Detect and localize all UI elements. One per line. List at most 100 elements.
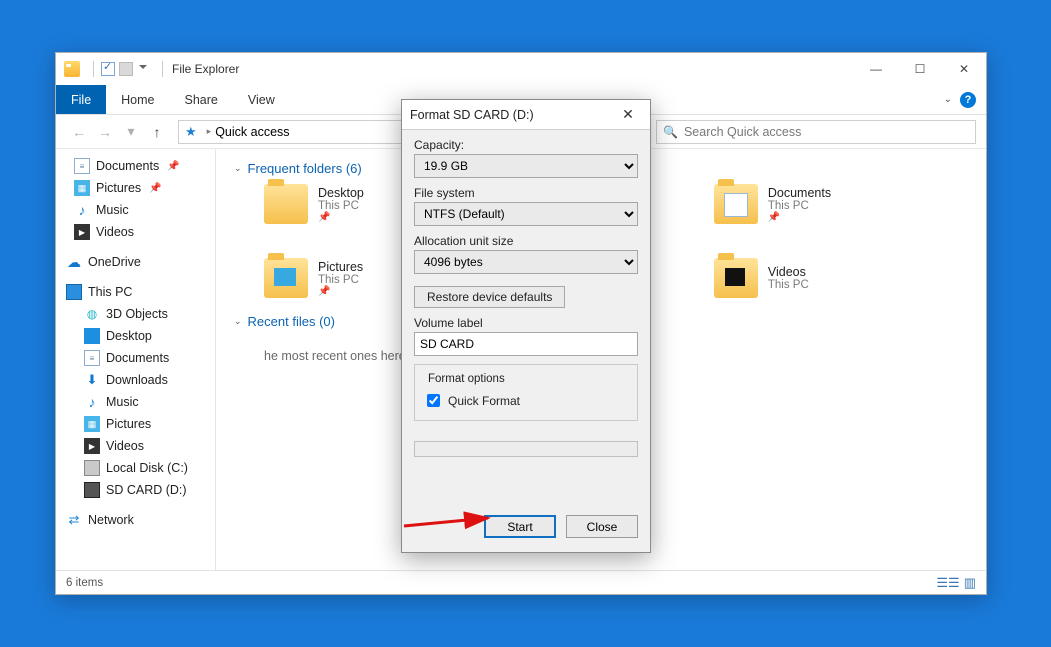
pin-icon: 📌: [768, 212, 831, 223]
search-placeholder: Search Quick access: [684, 125, 801, 139]
window-title: File Explorer: [172, 62, 239, 76]
nav-desktop[interactable]: Desktop: [60, 325, 215, 347]
capacity-label: Capacity:: [414, 138, 638, 152]
pin-icon: 📌: [318, 286, 363, 297]
quick-format-checkbox-input[interactable]: [427, 394, 440, 407]
filesystem-label: File system: [414, 186, 638, 200]
format-options-legend: Format options: [425, 373, 508, 385]
pictures-icon: ▦: [84, 416, 100, 432]
onedrive-icon: ☁: [66, 254, 82, 270]
capacity-select[interactable]: 19.9 GB: [414, 154, 638, 178]
nav-documents[interactable]: ≡Documents📌: [60, 155, 215, 177]
tile-desktop[interactable]: Desktop This PC 📌: [264, 184, 364, 224]
recent-locations-dropdown[interactable]: ▾: [120, 121, 142, 143]
minimize-button[interactable]: —: [854, 53, 898, 85]
documents-folder-icon: [714, 184, 758, 224]
tile-pictures[interactable]: Pictures This PC 📌: [264, 258, 364, 298]
start-button[interactable]: Start: [484, 515, 556, 538]
restore-defaults-button[interactable]: Restore device defaults: [414, 286, 565, 308]
tile-location: This PC: [318, 200, 364, 212]
back-button[interactable]: ←: [68, 121, 90, 143]
filesystem-select[interactable]: NTFS (Default): [414, 202, 638, 226]
close-button[interactable]: ✕: [942, 53, 986, 85]
nav-localdisk[interactable]: Local Disk (C:): [60, 457, 215, 479]
nav-videos[interactable]: ▶Videos: [60, 221, 215, 243]
tab-home[interactable]: Home: [106, 85, 169, 114]
drive-icon: [84, 460, 100, 476]
titlebar-sep2: [162, 61, 163, 77]
tile-label: Pictures: [318, 260, 363, 274]
nav-downloads[interactable]: ⬇Downloads: [60, 369, 215, 391]
documents-icon: ≡: [74, 158, 90, 174]
nav-thispc[interactable]: This PC: [60, 281, 215, 303]
tile-label: Documents: [768, 186, 831, 200]
dialog-close-button[interactable]: ✕: [614, 104, 642, 126]
music-icon: ♪: [74, 202, 90, 218]
sdcard-icon: [84, 482, 100, 498]
qat-customize-dropdown[interactable]: [137, 62, 151, 76]
documents-icon: ≡: [84, 350, 100, 366]
tile-location: This PC: [318, 274, 363, 286]
format-dialog: Format SD CARD (D:) ✕ Capacity: 19.9 GB …: [401, 99, 651, 553]
tile-videos[interactable]: Videos This PC: [714, 258, 831, 298]
nav-3dobjects[interactable]: ◍3D Objects: [60, 303, 215, 325]
nav-pictures[interactable]: ▦Pictures📌: [60, 177, 215, 199]
nav-music2[interactable]: ♪Music: [60, 391, 215, 413]
pin-icon: 📌: [149, 183, 161, 194]
nav-network[interactable]: ⇄Network: [60, 509, 215, 531]
tile-label: Desktop: [318, 186, 364, 200]
quick-format-checkbox[interactable]: Quick Format: [423, 391, 629, 410]
breadcrumb[interactable]: Quick access: [215, 125, 289, 139]
chevron-down-icon: ⌄: [234, 316, 242, 327]
dialog-titlebar: Format SD CARD (D:) ✕: [402, 100, 650, 130]
allocation-select[interactable]: 4096 bytes: [414, 250, 638, 274]
videos-folder-icon: [714, 258, 758, 298]
tiles-view-button[interactable]: ▥: [964, 575, 976, 591]
close-dialog-button[interactable]: Close: [566, 515, 638, 538]
pictures-icon: ▦: [74, 180, 90, 196]
qat-newfolder-icon[interactable]: [119, 62, 133, 76]
format-progress-bar: [414, 441, 638, 457]
tab-file[interactable]: File: [56, 85, 106, 114]
titlebar: File Explorer — ☐ ✕: [56, 53, 986, 85]
pictures-folder-icon: [264, 258, 308, 298]
nav-music[interactable]: ♪Music: [60, 199, 215, 221]
status-bar: 6 items ☰☰ ▥: [56, 570, 986, 594]
qat-properties-icon[interactable]: [101, 62, 115, 76]
nav-onedrive[interactable]: ☁OneDrive: [60, 251, 215, 273]
nav-sdcard[interactable]: SD CARD (D:): [60, 479, 215, 501]
quick-format-label: Quick Format: [448, 394, 520, 408]
up-button[interactable]: ↑: [146, 121, 168, 143]
tab-share[interactable]: Share: [170, 85, 233, 114]
forward-button[interactable]: →: [94, 121, 116, 143]
help-button[interactable]: ?: [960, 92, 976, 108]
network-icon: ⇄: [66, 512, 82, 528]
format-options-group: Format options Quick Format: [414, 364, 638, 421]
tile-location: This PC: [768, 200, 831, 212]
search-input[interactable]: 🔍 Search Quick access: [656, 120, 976, 144]
tile-documents[interactable]: Documents This PC 📌: [714, 184, 831, 224]
tile-location: This PC: [768, 279, 809, 291]
downloads-icon: ⬇: [84, 372, 100, 388]
dialog-title: Format SD CARD (D:): [410, 108, 534, 122]
ribbon-collapse-icon[interactable]: ⌄: [944, 94, 952, 105]
chevron-down-icon: ⌄: [234, 163, 242, 174]
desktop-icon: [84, 328, 100, 344]
music-icon: ♪: [84, 394, 100, 410]
volume-label-label: Volume label: [414, 316, 638, 330]
nav-documents2[interactable]: ≡Documents: [60, 347, 215, 369]
folder-icon: [64, 61, 80, 77]
nav-pictures2[interactable]: ▦Pictures: [60, 413, 215, 435]
search-icon: 🔍: [663, 125, 678, 139]
3dobjects-icon: ◍: [84, 306, 100, 322]
item-count: 6 items: [66, 577, 103, 589]
thispc-icon: [66, 284, 82, 300]
nav-videos2[interactable]: ▶Videos: [60, 435, 215, 457]
tab-view[interactable]: View: [233, 85, 290, 114]
quickaccess-icon: ★: [185, 124, 197, 140]
breadcrumb-sep-icon: ▸: [207, 126, 212, 137]
titlebar-sep: [93, 61, 94, 77]
volume-label-input[interactable]: [414, 332, 638, 356]
details-view-button[interactable]: ☰☰: [936, 575, 959, 591]
maximize-button[interactable]: ☐: [898, 53, 942, 85]
